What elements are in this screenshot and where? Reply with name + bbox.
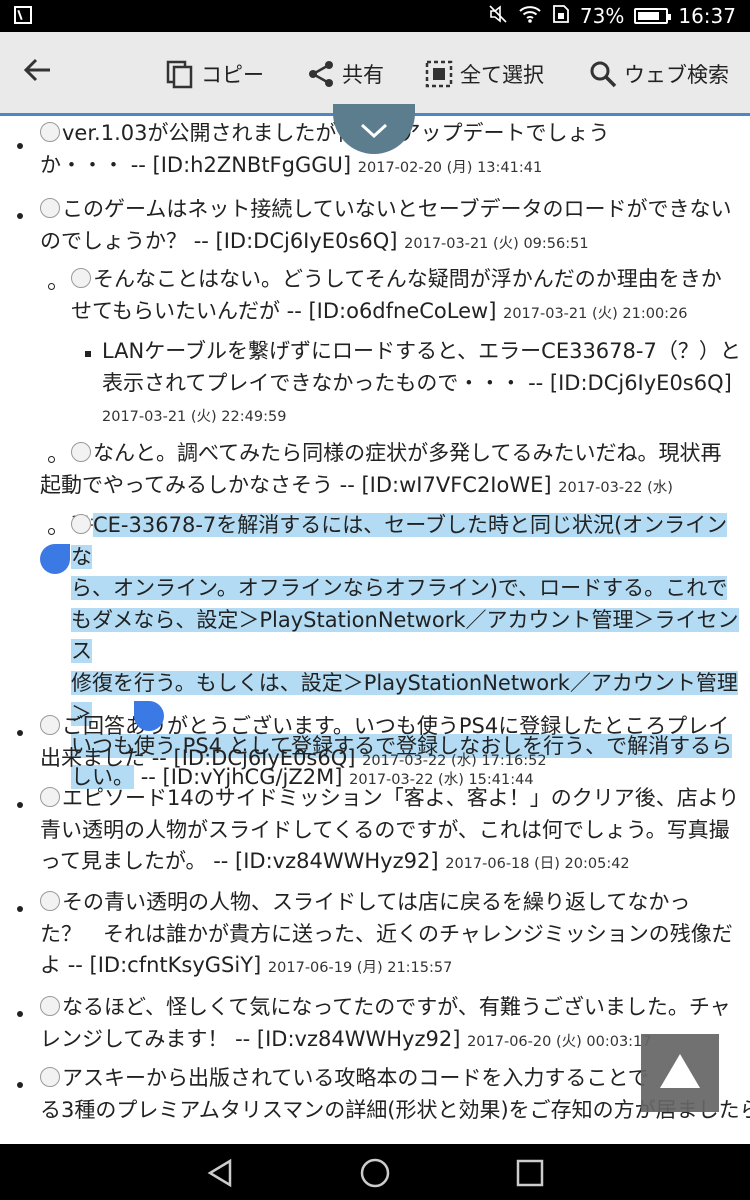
list-bullet (17, 1011, 23, 1017)
comment-item: このゲームはネット接続していないとセーブデータのロードができない のでしょうか？… (40, 194, 740, 260)
comment-id: -- [ID:DCj6IyE0s6Q] (528, 370, 732, 395)
comment-text: よ (40, 953, 61, 977)
comment-item: そんなことはない。どうしてそんな疑問が浮かんだのか理由をきか せてもらいたいんだ… (71, 264, 741, 330)
wifi-icon (518, 4, 542, 29)
web-search-label: ウェブ検索 (624, 63, 729, 87)
list-bullet (17, 1082, 23, 1088)
comment-text: その青い透明の人物、スライドしては店に戻るを繰り返してなかっ (62, 890, 691, 914)
list-bullet (17, 730, 23, 736)
comment-text: か・・・ (40, 152, 124, 177)
comment-text: そんなことはない。どうしてそんな疑問が浮かんだのか理由をきか (93, 267, 722, 291)
home-nav-icon[interactable] (359, 1157, 391, 1189)
comment-date: 2017-03-22 (水) 17:16:52 (362, 752, 547, 769)
comment-date: 2017-03-21 (火) 22:49:59 (102, 409, 287, 425)
comment-id: -- [ID:cfntKsyGSiY] (67, 953, 262, 977)
select-all-icon (425, 60, 453, 88)
battery-percent: 73% (579, 4, 625, 28)
back-nav-icon[interactable] (205, 1158, 235, 1188)
selection-end-handle[interactable] (134, 701, 164, 731)
list-bullet (17, 213, 23, 219)
comment-item: アスキーから出版されている攻略本のコードを入力することで る3種のプレミアムタリ… (40, 1063, 750, 1126)
comment-id: -- [ID:o6dfneCoLew] (286, 298, 497, 323)
selected-text[interactable]: ら、オンライン。オフラインならオフライン)で、ロードする。これで (71, 576, 728, 600)
reply-radio[interactable] (40, 996, 60, 1016)
comment-id: -- [ID:DCj6IyE0s6Q] (193, 228, 398, 253)
battery-icon (634, 8, 672, 24)
share-icon (309, 61, 333, 87)
share-button[interactable]: 共有 (306, 56, 384, 92)
web-search-button[interactable]: ウェブ検索 (588, 56, 729, 92)
scroll-to-top-button[interactable] (641, 1034, 719, 1112)
status-bar: 73% 16:37 (0, 0, 750, 32)
selected-text[interactable]: もダメなら、設定＞PlayStationNetwork／アカウント管理＞ライセン… (71, 607, 739, 663)
comment-item: その青い透明の人物、スライドしては店に戻るを繰り返してなかっ た？ それは誰かが… (40, 887, 740, 985)
comment-text: アスキーから出版されている攻略本のコードを入力することで (62, 1066, 649, 1090)
comment-text: 起動でやってみるしかなさそう (40, 472, 333, 497)
search-icon (590, 61, 617, 88)
comment-text: LANケーブルを繋げずにロードすると、エラーCE33678-7（？）と (102, 339, 741, 363)
comment-text: って見ましたが。 (40, 849, 207, 873)
reply-radio[interactable] (40, 122, 60, 142)
comment-text: なんと。調べてみたら同様の症状が多発してるみたいだね。現状再 (93, 441, 722, 465)
comment-date: 2017-06-19 (月) 21:15:57 (267, 960, 453, 976)
copy-icon (166, 60, 193, 89)
list-bullet (17, 143, 23, 149)
reply-radio[interactable] (40, 787, 60, 807)
comment-text: せてもらいたいんだが (71, 298, 280, 323)
comment-id: -- [ID:DCj6IyE0s6Q] (151, 745, 356, 770)
copy-label: コピー (201, 63, 264, 87)
reply-radio[interactable] (40, 1067, 60, 1087)
sim-icon (552, 4, 570, 29)
comment-text: 表示されてプレイできなかったもので・・・ (102, 370, 522, 395)
status-bar-right: 73% 16:37 (488, 4, 736, 28)
comment-item: なるほど、怪しくて気になってたのですが、有難うございました。チャ レンジしてみま… (40, 992, 740, 1058)
comment-id: -- [ID:h2ZNBtFgGGU] (130, 152, 352, 177)
select-all-label: 全て選択 (460, 63, 544, 87)
list-bullet (17, 802, 23, 808)
list-bullet (17, 906, 23, 912)
comment-date: 2017-06-20 (火) 00:03:17 (467, 1033, 652, 1050)
share-label: 共有 (342, 63, 384, 87)
select-all-button[interactable]: 全て選択 (424, 56, 544, 92)
reply-radio[interactable] (40, 198, 60, 218)
selected-text[interactable]: CE-33678-7を解消するには、セーブした時と同じ状況(オンラインな (71, 513, 728, 569)
comment-text: このゲームはネット接続していないとセーブデータのロードができない (62, 197, 732, 221)
reply-radio[interactable] (71, 268, 91, 288)
comment-text: のでしょうか？ (40, 228, 187, 253)
comment-text: レンジしてみます！ (40, 1026, 229, 1051)
comment-text: なるほど、怪しくて気になってたのですが、有難うございました。チャ (62, 995, 731, 1019)
comment-text: 青い透明の人物がスライドしてくるのですが、これは何でしょう。写真撮 (40, 817, 730, 842)
notification-icon (14, 6, 32, 24)
clock: 16:37 (678, 4, 736, 28)
comment-id: -- [ID:vz84WWHyz92] (213, 849, 439, 873)
list-bullet (85, 351, 91, 357)
recents-nav-icon[interactable] (515, 1158, 545, 1188)
comment-text: 出来ました (40, 745, 145, 770)
reply-radio[interactable] (40, 715, 60, 735)
reply-radio[interactable] (71, 442, 91, 462)
comment-date: 2017-06-18 (日) 20:05:42 (445, 856, 630, 872)
reply-radio[interactable] (71, 514, 91, 534)
comment-date: 2017-03-21 (火) 09:56:51 (404, 235, 589, 252)
comment-date: 2017-02-20 (月) 13:41:41 (357, 159, 543, 176)
comment-text: エピソード14のサイドミッション「客よ、客よ！」のクリア後、店より (62, 786, 740, 810)
list-bullet (48, 528, 55, 535)
comment-item: LANケーブルを繋げずにロードすると、エラーCE33678-7（？）と 表示され… (102, 336, 742, 434)
copy-button[interactable]: コピー (165, 56, 264, 92)
comment-date: 2017-03-21 (火) 21:00:26 (503, 305, 688, 322)
mute-icon (488, 4, 508, 29)
comment-id: -- [ID:wI7VFC2IoWE] (339, 472, 552, 497)
back-arrow-icon[interactable] (22, 54, 62, 94)
list-bullet (48, 283, 55, 290)
comment-id: -- [ID:vz84WWHyz92] (235, 1026, 461, 1051)
list-bullet (48, 456, 55, 463)
comment-text: た？ それは誰かが貴方に送った、近くのチャレンジミッションの残像だ (40, 921, 733, 946)
chevron-down-icon (360, 123, 388, 139)
reply-radio[interactable] (40, 891, 60, 911)
navigation-bar (0, 1144, 750, 1200)
comment-item: エピソード14のサイドミッション「客よ、客よ！」のクリア後、店より 青い透明の人… (40, 783, 740, 881)
comment-thread: ver.1.03が公開されましたが何でのアップデートでしょう か・・・ -- [… (0, 116, 750, 1144)
selection-start-handle[interactable] (40, 544, 70, 574)
